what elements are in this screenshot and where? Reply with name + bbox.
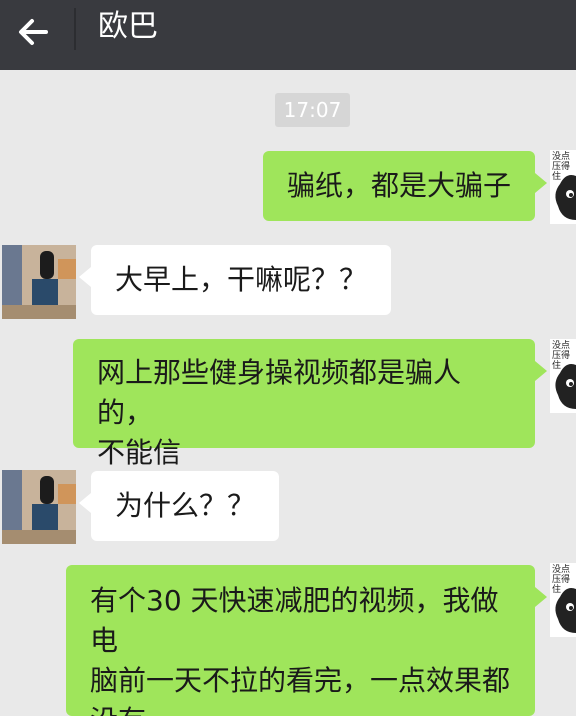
message-text: 大早上，干嘛呢？？	[115, 263, 368, 296]
message-bubble-received[interactable]: 大早上，干嘛呢？？	[78, 245, 392, 315]
contact-photo-image	[2, 470, 76, 544]
self-avatar[interactable]: 没点 压得住	[550, 150, 576, 224]
message-text: 网上那些健身操视频都是骗人的， 不能信	[97, 356, 462, 469]
message-bubble-received[interactable]: 为什么？？	[78, 471, 280, 541]
chat-title: 欧巴	[98, 9, 158, 44]
avatar-caption: 没点 压得住	[552, 565, 571, 595]
header-divider	[74, 8, 76, 50]
avatar-caption: 没点 压得住	[552, 152, 571, 182]
self-avatar[interactable]: 没点 压得住	[550, 339, 576, 413]
timestamp-badge: 17:07	[275, 93, 350, 127]
message-bubble-sent[interactable]: 网上那些健身操视频都是骗人的， 不能信	[73, 339, 547, 469]
back-button[interactable]	[12, 10, 56, 54]
avatar-caption: 没点 压得住	[552, 341, 571, 371]
contact-photo-image	[2, 245, 76, 319]
message-bubble-sent[interactable]: 有个30 天快速减肥的视频，我做电 脑前一天不拉的看完，一点效果都 没有	[66, 565, 547, 716]
arrow-left-icon	[19, 19, 48, 45]
message-bubble-sent[interactable]: 骗纸，都是大骗子	[262, 151, 548, 221]
contact-avatar[interactable]	[2, 470, 76, 544]
message-text: 为什么？？	[115, 489, 256, 522]
app-header: 欧巴	[0, 0, 576, 70]
contact-avatar[interactable]	[2, 245, 76, 319]
self-avatar[interactable]: 没点 压得住	[550, 563, 576, 637]
message-text: 骗纸，都是大骗子	[286, 169, 511, 202]
message-text: 有个30 天快速减肥的视频，我做电 脑前一天不拉的看完，一点效果都 没有	[90, 584, 511, 716]
